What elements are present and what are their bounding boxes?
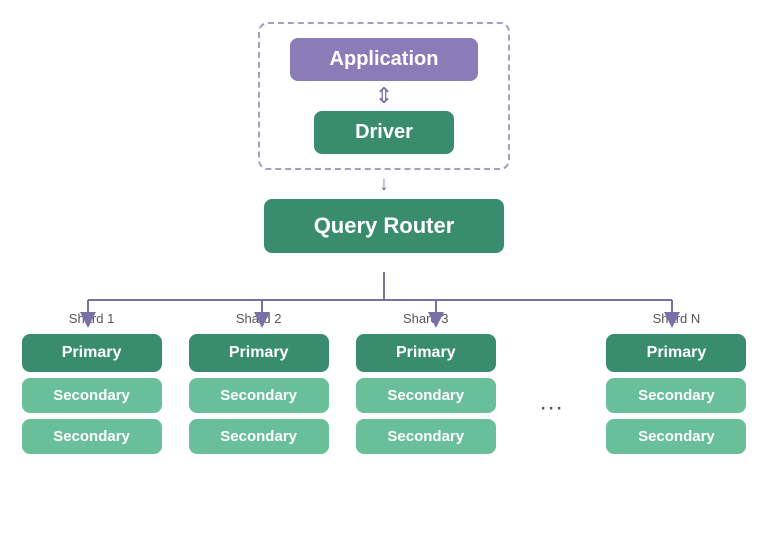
application-box: Application xyxy=(290,38,479,81)
shardN-secondary2: Secondary xyxy=(606,419,746,454)
shardN-primary: Primary xyxy=(606,334,746,372)
shard2-primary: Primary xyxy=(189,334,329,372)
shard1-secondary1: Secondary xyxy=(22,378,162,413)
shard3-label: Shard 3 xyxy=(403,311,449,326)
shard-col-3: Shard 3 Primary Secondary Secondary xyxy=(342,311,509,454)
shard-col-2: Shard 2 Primary Secondary Secondary xyxy=(175,311,342,454)
shard2-label: Shard 2 xyxy=(236,311,282,326)
shard2-secondary1: Secondary xyxy=(189,378,329,413)
shard3-secondary1: Secondary xyxy=(356,378,496,413)
shardN-secondary1: Secondary xyxy=(606,378,746,413)
driver-box: Driver xyxy=(314,111,454,154)
shard-col-n: Shard N Primary Secondary Secondary xyxy=(593,311,760,454)
shards-row: Shard 1 Primary Secondary Secondary Shar… xyxy=(4,311,764,454)
driver-to-qr-arrow: ↓ xyxy=(379,173,389,196)
shard-col-1: Shard 1 Primary Secondary Secondary xyxy=(8,311,175,454)
application-driver-group: Application ⇕ Driver xyxy=(258,22,511,170)
double-arrow: ⇕ xyxy=(375,85,393,107)
shard2-secondary2: Secondary xyxy=(189,419,329,454)
driver-label: Driver xyxy=(355,121,413,143)
shard3-primary: Primary xyxy=(356,334,496,372)
query-router-label: Query Router xyxy=(314,213,455,238)
shard1-secondary2: Secondary xyxy=(22,419,162,454)
application-label: Application xyxy=(330,48,439,70)
shardN-label: Shard N xyxy=(653,311,701,326)
shard1-primary: Primary xyxy=(22,334,162,372)
ellipsis-separator: ··· xyxy=(509,311,593,454)
shard1-label: Shard 1 xyxy=(69,311,115,326)
diagram-wrapper: Application ⇕ Driver ↓ Query Router Shar… xyxy=(0,0,768,534)
shard3-secondary2: Secondary xyxy=(356,419,496,454)
top-section: Application ⇕ Driver ↓ Query Router xyxy=(258,10,511,253)
query-router-box: Query Router xyxy=(264,199,505,253)
